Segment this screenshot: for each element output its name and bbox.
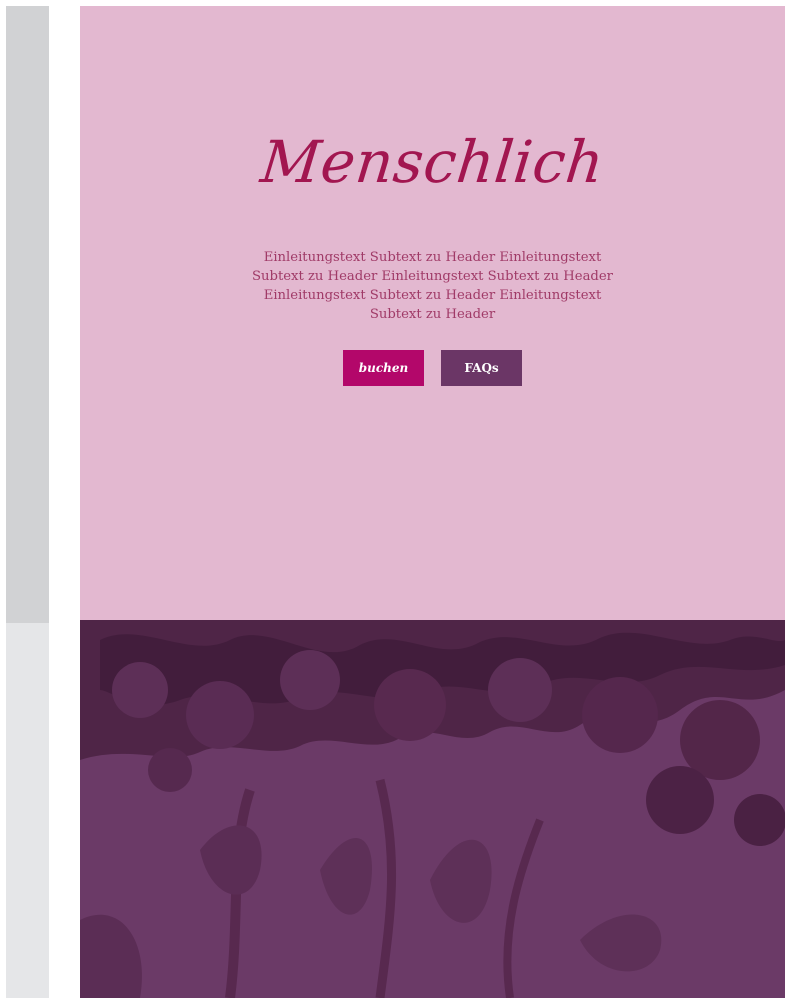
page: Menschlich Einleitungstext Subtext zu He… — [0, 0, 788, 998]
scroll-thumb[interactable] — [6, 6, 49, 623]
hero-section: Menschlich Einleitungstext Subtext zu He… — [80, 6, 785, 620]
hero-subtext: Einleitungstext Subtext zu Header Einlei… — [251, 250, 613, 322]
lilac-flowers-image — [80, 620, 785, 998]
book-button[interactable]: buchen — [343, 350, 424, 386]
flower-illustration — [80, 620, 785, 998]
faq-button[interactable]: FAQs — [441, 350, 522, 386]
scroll-rail[interactable] — [6, 6, 49, 998]
hero-title: Menschlich — [257, 128, 608, 196]
